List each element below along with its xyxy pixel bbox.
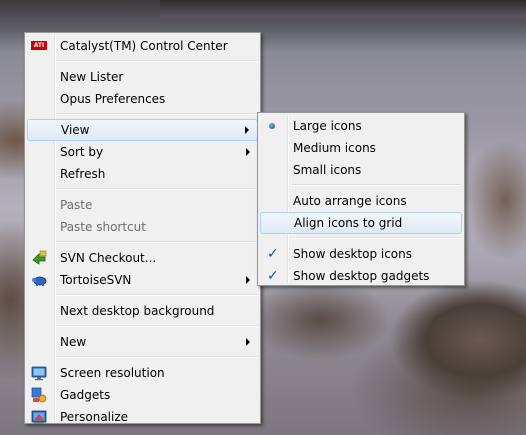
menu-item-paste-shortcut[interactable]: Paste shortcut bbox=[27, 216, 258, 238]
checkmark-icon: ✓ bbox=[267, 268, 279, 284]
menu-item-label: Show desktop gadgets bbox=[293, 269, 430, 283]
menu-item-label: Paste shortcut bbox=[60, 220, 146, 234]
separator bbox=[57, 60, 258, 62]
menu-item-label: Auto arrange icons bbox=[293, 194, 407, 208]
separator bbox=[57, 241, 258, 243]
submenu-arrow-icon bbox=[245, 126, 249, 134]
monitor-icon bbox=[31, 365, 47, 381]
menu-item-show-gadgets[interactable]: ✓ Show desktop gadgets bbox=[260, 265, 462, 287]
submenu-arrow-icon bbox=[246, 148, 250, 156]
menu-item-large-icons[interactable]: Large icons bbox=[260, 115, 462, 137]
gadgets-icon bbox=[31, 387, 47, 403]
menu-item-tortoisesvn[interactable]: TortoiseSVN bbox=[27, 269, 258, 291]
view-submenu: Large icons Medium icons Small icons Aut… bbox=[257, 112, 465, 286]
menu-item-label: Catalyst(TM) Control Center bbox=[60, 39, 228, 53]
separator bbox=[57, 113, 258, 115]
submenu-arrow-icon bbox=[246, 276, 250, 284]
separator bbox=[57, 356, 258, 358]
menu-item-new[interactable]: New bbox=[27, 331, 258, 353]
menu-item-personalize[interactable]: Personalize bbox=[27, 406, 258, 428]
ati-logo-icon: ATI bbox=[31, 41, 47, 50]
personalize-icon bbox=[31, 409, 47, 425]
menu-item-small-icons[interactable]: Small icons bbox=[260, 159, 462, 181]
checkmark-icon: ✓ bbox=[267, 246, 279, 262]
separator bbox=[57, 294, 258, 296]
menu-item-label: TortoiseSVN bbox=[60, 273, 132, 287]
tortoisesvn-icon bbox=[31, 272, 47, 288]
separator bbox=[57, 188, 258, 190]
menu-item-label: Show desktop icons bbox=[293, 247, 413, 261]
menu-item-next-background[interactable]: Next desktop background bbox=[27, 300, 258, 322]
menu-item-paste[interactable]: Paste bbox=[27, 194, 258, 216]
menu-item-label: View bbox=[61, 123, 90, 137]
separator bbox=[290, 184, 462, 186]
menu-item-label: Opus Preferences bbox=[60, 92, 166, 106]
menu-item-label: Personalize bbox=[60, 410, 129, 424]
menu-item-label: New Lister bbox=[60, 70, 124, 84]
menu-item-label: Next desktop background bbox=[60, 304, 215, 318]
menu-item-sort-by[interactable]: Sort by bbox=[27, 141, 258, 163]
menu-item-label: Screen resolution bbox=[60, 366, 165, 380]
menu-item-view[interactable]: View bbox=[27, 119, 258, 141]
menu-item-label: Large icons bbox=[293, 119, 362, 133]
submenu-arrow-icon bbox=[246, 338, 250, 346]
menu-item-label: Small icons bbox=[293, 163, 362, 177]
radio-selected-icon bbox=[269, 123, 275, 129]
menu-item-gadgets[interactable]: Gadgets bbox=[27, 384, 258, 406]
menu-item-catalyst[interactable]: ATI Catalyst(TM) Control Center bbox=[27, 35, 258, 57]
menu-item-label: Refresh bbox=[60, 167, 106, 181]
svn-checkout-icon bbox=[31, 250, 47, 266]
menu-item-align-to-grid[interactable]: Align icons to grid bbox=[260, 212, 462, 234]
separator bbox=[290, 237, 462, 239]
menu-item-screen-resolution[interactable]: Screen resolution bbox=[27, 362, 258, 384]
menu-item-auto-arrange[interactable]: Auto arrange icons bbox=[260, 190, 462, 212]
separator bbox=[57, 325, 258, 327]
menu-item-opus-preferences[interactable]: Opus Preferences bbox=[27, 88, 258, 110]
sea-band bbox=[160, 0, 526, 18]
menu-item-label: Paste bbox=[60, 198, 93, 212]
menu-item-label: SVN Checkout... bbox=[60, 251, 157, 265]
menu-item-svn-checkout[interactable]: SVN Checkout... bbox=[27, 247, 258, 269]
desktop-context-menu: ATI Catalyst(TM) Control Center New List… bbox=[24, 32, 261, 424]
menu-item-label: Sort by bbox=[60, 145, 104, 159]
menu-item-medium-icons[interactable]: Medium icons bbox=[260, 137, 462, 159]
menu-item-label: Gadgets bbox=[60, 388, 111, 402]
menu-item-label: New bbox=[60, 335, 87, 349]
menu-item-new-lister[interactable]: New Lister bbox=[27, 66, 258, 88]
menu-item-label: Medium icons bbox=[293, 141, 376, 155]
menu-item-show-desktop-icons[interactable]: ✓ Show desktop icons bbox=[260, 243, 462, 265]
menu-item-refresh[interactable]: Refresh bbox=[27, 163, 258, 185]
menu-item-label: Align icons to grid bbox=[294, 216, 403, 230]
